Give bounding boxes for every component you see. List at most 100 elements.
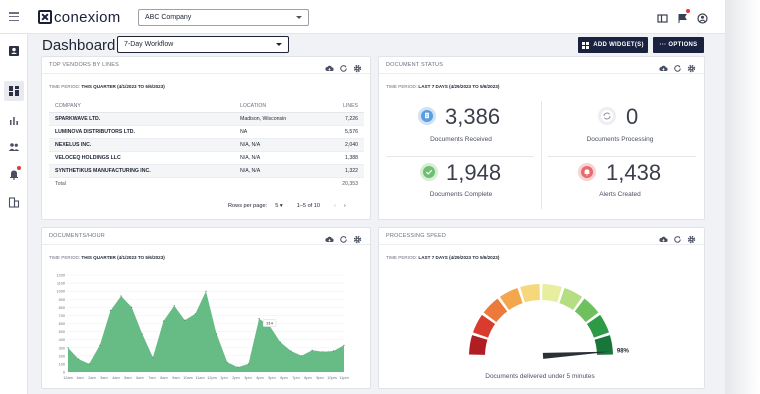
rows-per-page-select[interactable]: 5 ▾ (275, 203, 283, 209)
lines-cell: 1,388 (322, 151, 364, 165)
next-page-icon[interactable]: › (344, 203, 346, 209)
lines-cell: 1,322 (322, 164, 364, 178)
contacts-icon[interactable] (8, 44, 20, 56)
data-point[interactable] (173, 305, 175, 307)
data-point[interactable] (152, 356, 154, 359)
add-widgets-button[interactable]: ADD WIDGET(S) (578, 37, 648, 53)
y-tick-label: 0 (63, 371, 65, 375)
prev-page-icon[interactable]: ‹ (334, 203, 336, 209)
options-button[interactable]: ··· OPTIONS (653, 37, 704, 53)
workflow-select-value: 7-Day Workflow (124, 41, 174, 48)
x-tick-label: 4am (112, 376, 119, 380)
time-period: TIME PERIOD: LAST 7 DAYS (4/29/2023 TO 5… (386, 84, 499, 89)
top-bar: conexiom ABC Company (0, 0, 725, 34)
column-header[interactable]: LOCATION (234, 101, 322, 113)
column-header[interactable]: LINES (322, 101, 364, 113)
data-point[interactable] (322, 351, 324, 353)
notifications-icon[interactable] (8, 166, 21, 180)
data-point[interactable] (109, 309, 112, 312)
data-point[interactable] (205, 290, 207, 292)
status-processing-badge (598, 107, 616, 125)
data-point[interactable] (162, 320, 165, 322)
workflow-select[interactable]: 7-Day Workflow (117, 36, 289, 53)
settings-gear-icon[interactable] (353, 60, 362, 73)
x-tick-label: 11am (195, 376, 204, 380)
data-point[interactable] (226, 361, 228, 363)
card-title: DOCUMENT STATUS (386, 62, 444, 68)
bell-icon (581, 166, 593, 178)
y-tick-label: 900 (59, 298, 65, 302)
rows-per-page-value: 5 (275, 203, 279, 209)
status-divider-horizontal (386, 156, 534, 157)
x-tick-label: 8pm (304, 376, 311, 380)
data-point[interactable] (194, 313, 196, 315)
buildings-icon[interactable] (8, 195, 20, 208)
page-range: 1–5 of 10 (296, 203, 321, 209)
location-cell: N/A, N/A (234, 151, 322, 165)
data-point[interactable] (141, 333, 143, 335)
data-point[interactable] (67, 347, 69, 349)
location-cell: N/A, N/A (234, 138, 322, 152)
status-divider-horizontal (548, 156, 696, 157)
company-cell: NEXELUS INC. (49, 138, 234, 152)
top-vendors-card: TOP VENDORS BY LINES TIME PERIOD: THIS Q… (41, 56, 371, 220)
x-tick-label: 5am (124, 376, 131, 380)
data-point[interactable] (258, 318, 260, 320)
column-header[interactable]: COMPANY (49, 101, 234, 113)
users-icon[interactable] (8, 140, 20, 152)
analytics-icon[interactable] (8, 113, 20, 125)
company-select-value: ABC Company (145, 14, 192, 21)
logo-mark-icon (38, 10, 52, 24)
data-point[interactable] (332, 350, 334, 352)
user-icon[interactable] (697, 11, 708, 24)
documents-processing-value: 0 (626, 104, 639, 129)
gauge-segment (469, 335, 488, 355)
data-point[interactable] (184, 319, 186, 321)
lines-cell: 5,576 (322, 125, 364, 139)
data-point[interactable] (279, 341, 281, 343)
table-row[interactable]: SYNTHETIKUS MANUFACTURING INC. N/A, N/A … (49, 164, 364, 178)
chart-tooltip-value: 314 (266, 321, 273, 326)
x-tick-label: 7pm (292, 376, 299, 380)
x-tick-label: 5pm (268, 376, 275, 380)
table-row[interactable]: SPARKWAVE LTD. Madison, Wisconsin 7,226 (49, 112, 364, 126)
gauge-needle (542, 351, 611, 359)
company-select[interactable]: ABC Company (138, 9, 309, 26)
data-point[interactable] (311, 349, 313, 351)
data-point[interactable] (78, 358, 80, 360)
x-tick-label: 4pm (256, 376, 263, 380)
settings-gear-icon[interactable] (687, 60, 696, 73)
location-cell: N/A, N/A (234, 164, 322, 178)
data-point[interactable] (343, 344, 345, 346)
data-point[interactable] (88, 363, 90, 365)
status-alerts-badge (578, 163, 596, 181)
data-point[interactable] (247, 363, 250, 365)
cloud-download-icon[interactable] (659, 60, 668, 71)
panel-icon[interactable] (657, 11, 668, 23)
flag-icon[interactable] (677, 9, 690, 23)
menu-icon[interactable] (9, 12, 19, 22)
data-point[interactable] (290, 350, 292, 352)
documents-per-hour-chart[interactable]: 1200110010009008007006005004003002001000… (42, 228, 372, 390)
table-header-row: COMPANY LOCATION LINES (49, 101, 364, 113)
data-point[interactable] (120, 295, 122, 297)
dashboard-icon[interactable] (4, 81, 24, 101)
table-row[interactable]: LUMINOVA DISTRIBUTORS LTD. NA 5,576 (49, 125, 364, 139)
table-row[interactable]: NEXELUS INC. N/A, N/A 2,040 (49, 138, 364, 152)
refresh-icon[interactable] (339, 60, 348, 72)
data-point[interactable] (300, 355, 303, 357)
data-point[interactable] (99, 344, 101, 346)
refresh-icon[interactable] (673, 60, 682, 72)
data-point[interactable] (237, 366, 239, 368)
status-complete-badge (420, 163, 438, 181)
conexiom-logo[interactable]: conexiom (38, 9, 121, 26)
data-point[interactable] (216, 333, 218, 335)
table-row[interactable]: VELOCEQ HOLDINGS LLC N/A, N/A 1,388 (49, 151, 364, 165)
x-tick-label: 7am (148, 376, 155, 380)
data-point[interactable] (131, 306, 133, 308)
company-cell: LUMINOVA DISTRIBUTORS LTD. (49, 125, 234, 139)
company-cell: SYNTHETIKUS MANUFACTURING INC. (49, 164, 234, 178)
y-tick-label: 600 (59, 322, 65, 326)
cloud-download-icon[interactable] (325, 60, 334, 71)
x-tick-label: 3am (100, 376, 107, 380)
